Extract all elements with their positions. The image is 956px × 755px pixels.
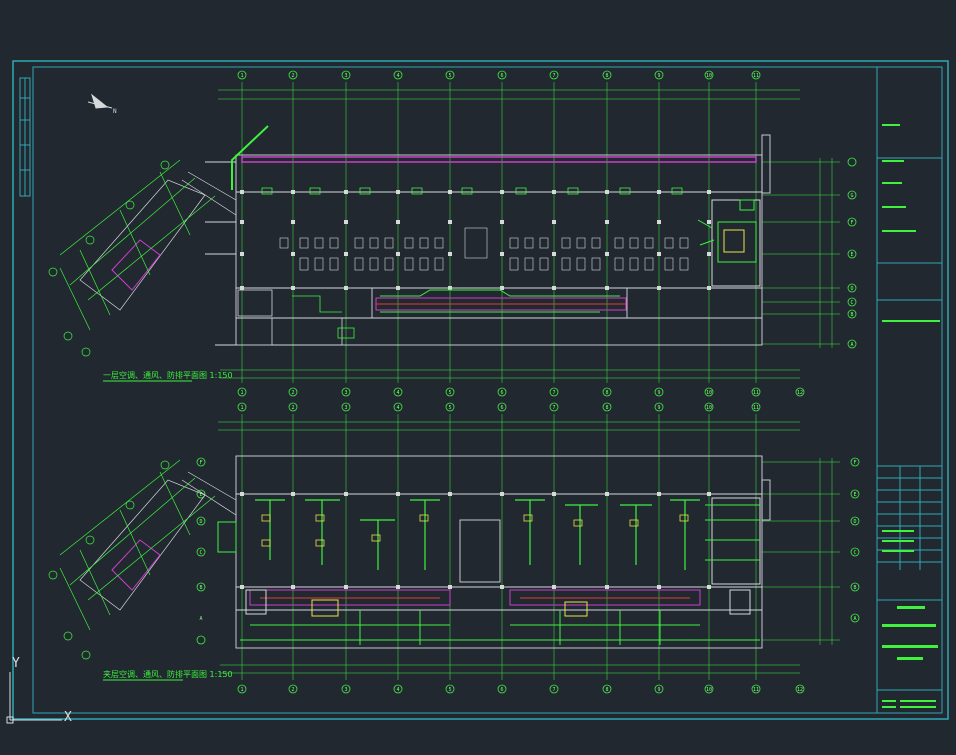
grid-axis-label: 4	[396, 390, 399, 396]
grid-axis-label: G	[850, 193, 853, 199]
grid-axis-label: 11	[753, 405, 759, 411]
grid-axis-label: 3	[344, 687, 347, 693]
cad-canvas[interactable]: Y X N 一层空调、通风、防排平面图 1:150 夹层空调、通风、防排平面图 …	[0, 0, 956, 755]
grid-axis-label: 1	[240, 390, 243, 396]
grid-axis-label: 9	[657, 73, 660, 79]
title-block	[877, 157, 942, 691]
grid-axis-label: 9	[657, 687, 660, 693]
grid-axis-label: 5	[448, 687, 451, 693]
grid-axis-label: E	[853, 492, 856, 498]
grid-axis-label: 3	[344, 405, 347, 411]
grid-axis-label: 2	[291, 390, 294, 396]
grid-axis-label: F	[853, 460, 856, 466]
grid-axis-label: 9	[657, 405, 660, 411]
grid-axis-label: 7	[552, 687, 555, 693]
grid-axis-label: 5	[448, 405, 451, 411]
inner-frame	[32, 66, 943, 714]
grid-axis-label: 2	[291, 405, 294, 411]
grid-axis-label: 8	[605, 405, 608, 411]
plan-lower-walls	[235, 455, 771, 649]
grid-axis-label: 12	[797, 687, 803, 693]
plan-upper-title: 一层空调、通风、防排平面图 1:150	[103, 370, 233, 380]
grid-axis-label: 9	[657, 390, 660, 396]
grid-axis-label: 3	[344, 390, 347, 396]
grid-axis-label: 4	[396, 687, 399, 693]
grid-axis-label: 2	[291, 73, 294, 79]
plan-upper-left-rooms	[237, 289, 355, 346]
grid-axis-label: F	[850, 220, 853, 226]
plan-lower-supply-ducts	[255, 499, 700, 570]
plan-upper-walls	[205, 134, 771, 346]
grid-axis-label: B	[853, 585, 856, 591]
north-arrow-icon: N	[87, 93, 117, 115]
plan-upper-equipment-room	[697, 199, 761, 287]
grid-axis-label: 10	[706, 390, 712, 396]
ucs-icon	[6, 672, 62, 724]
plan-upper-riser-duct	[231, 125, 269, 190]
grid-axis-label: C	[850, 300, 853, 306]
plan-upper-diffusers	[261, 187, 683, 195]
plan-lower-title: 夹层空调、通风、防排平面图 1:150	[103, 669, 233, 679]
grid-axis-label: 6	[500, 390, 503, 396]
grid-axis-label: 6	[500, 687, 503, 693]
grid-axis-label: 1	[240, 405, 243, 411]
grid-axis-label: 11	[753, 390, 759, 396]
grid-axis-label: E	[850, 252, 853, 258]
grid-axis-label: A	[853, 616, 856, 622]
title-block-text	[882, 124, 940, 708]
outer-frame	[12, 60, 949, 720]
grid-axis-label: 7	[552, 73, 555, 79]
grid-axis-label: D	[850, 286, 853, 292]
grid-axis-label: 2	[291, 687, 294, 693]
grid-axis-label: 1	[240, 687, 243, 693]
grid-axis-label: 6	[500, 405, 503, 411]
grid-axis-label: A	[850, 342, 853, 348]
grid-axis-label: 3	[344, 73, 347, 79]
grid-axis-label: C	[199, 550, 202, 556]
wing-upper	[48, 159, 237, 357]
grid-axis-label: B	[850, 312, 853, 318]
grid-axis-label: 8	[605, 73, 608, 79]
grid-axis-label: C	[853, 550, 856, 556]
plan-upper-mech-corridor	[375, 289, 627, 313]
grid-axis-label: 5	[448, 73, 451, 79]
grid-axis-label: B	[199, 585, 202, 591]
grid-axis-label: A	[199, 616, 202, 622]
grid-axis-label: 10	[706, 73, 712, 79]
grid-axis-label: D	[199, 519, 202, 525]
grid-axis-label: 7	[552, 405, 555, 411]
plan-lower-mech-zone	[240, 589, 760, 645]
grid-axis-label: 11	[753, 687, 759, 693]
grid-axis-label: 10	[706, 405, 712, 411]
grid-axis-label: 7	[552, 390, 555, 396]
grid-axis-label: 4	[396, 405, 399, 411]
plan-upper-axis-bubbles	[237, 70, 857, 397]
plan-upper[interactable]: 一层空调、通风、防排平面图 1:150	[103, 70, 857, 397]
grid-axis-label: 5	[448, 390, 451, 396]
grid-axis-label: 8	[605, 390, 608, 396]
grid-axis-label: 12	[797, 390, 803, 396]
plan-upper-exhaust-duct	[241, 156, 757, 163]
grid-axis-label: 6	[500, 73, 503, 79]
plan-lower-equipment-room	[217, 497, 761, 615]
plan-upper-grid-columns	[218, 82, 840, 383]
plan-lower[interactable]: 夹层空调、通风、防排平面图 1:150	[103, 402, 860, 694]
grid-axis-label: D	[853, 519, 856, 525]
grid-axis-label: 10	[706, 687, 712, 693]
plan-lower-columns	[240, 492, 711, 589]
grid-axis-label: F	[199, 460, 202, 466]
plan-upper-unit-blocks	[279, 227, 689, 271]
binding-strip	[19, 77, 31, 197]
ucs-y-label: Y	[12, 656, 20, 671]
grid-axis-label: 4	[396, 73, 399, 79]
grid-axis-label: E	[199, 492, 202, 498]
svg-text:N: N	[113, 108, 117, 115]
plan-upper-columns	[240, 190, 711, 290]
grid-axis-label: 8	[605, 687, 608, 693]
wing-lower	[48, 459, 237, 660]
grid-axis-label: 1	[240, 73, 243, 79]
grid-axis-label: 11	[753, 73, 759, 79]
ucs-x-label: X	[64, 710, 72, 725]
